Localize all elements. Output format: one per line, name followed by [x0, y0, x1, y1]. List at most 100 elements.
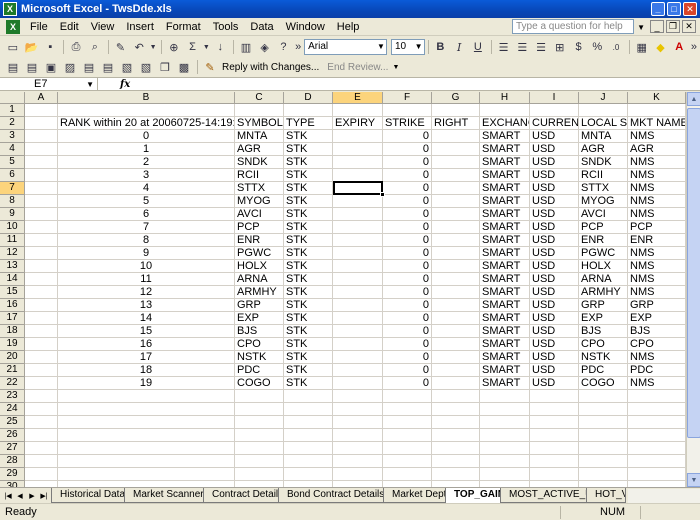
cell-j16[interactable]: GRP [579, 299, 628, 312]
cell-g10[interactable] [432, 221, 480, 234]
cell-c24[interactable] [235, 403, 284, 416]
cell-j5[interactable]: SNDK [579, 156, 628, 169]
cell-a2[interactable] [25, 117, 58, 130]
cell-a11[interactable] [25, 234, 58, 247]
cell-c28[interactable] [235, 455, 284, 468]
cell-k7[interactable]: NMS [628, 182, 686, 195]
cell-d13[interactable]: STK [284, 260, 333, 273]
cell-c21[interactable]: PDC [235, 364, 284, 377]
cell-e8[interactable] [333, 195, 383, 208]
cell-h21[interactable]: SMART [480, 364, 530, 377]
cell-c2[interactable]: SYMBOL [235, 117, 284, 130]
cell-g8[interactable] [432, 195, 480, 208]
cell-i18[interactable]: USD [530, 325, 579, 338]
cell-h5[interactable]: SMART [480, 156, 530, 169]
cell-g18[interactable] [432, 325, 480, 338]
cell-b6[interactable]: 3 [58, 169, 235, 182]
cell-e20[interactable] [333, 351, 383, 364]
row-header-15[interactable]: 15 [0, 286, 25, 299]
drawing-icon[interactable]: ◈ [256, 39, 274, 55]
sheet-tab-historical-data[interactable]: Historical Data [51, 488, 126, 503]
cell-d1[interactable] [284, 104, 333, 117]
print-icon[interactable]: ⎙ [67, 39, 85, 55]
cell-g7[interactable] [432, 182, 480, 195]
cell-a16[interactable] [25, 299, 58, 312]
cell-a7[interactable] [25, 182, 58, 195]
row-header-20[interactable]: 20 [0, 351, 25, 364]
cell-c12[interactable]: PGWC [235, 247, 284, 260]
cell-j21[interactable]: PDC [579, 364, 628, 377]
cell-g16[interactable] [432, 299, 480, 312]
cell-k13[interactable]: NMS [628, 260, 686, 273]
cell-a12[interactable] [25, 247, 58, 260]
cell-c18[interactable]: BJS [235, 325, 284, 338]
cell-k15[interactable]: NMS [628, 286, 686, 299]
cell-k3[interactable]: NMS [628, 130, 686, 143]
cell-d19[interactable]: STK [284, 338, 333, 351]
cell-k5[interactable]: NMS [628, 156, 686, 169]
cell-e11[interactable] [333, 234, 383, 247]
cell-e13[interactable] [333, 260, 383, 273]
cell-d18[interactable]: STK [284, 325, 333, 338]
cell-g20[interactable] [432, 351, 480, 364]
cell-g15[interactable] [432, 286, 480, 299]
doc-restore-button[interactable]: ❐ [666, 20, 680, 33]
cell-f19[interactable]: 0 [383, 338, 432, 351]
cell-h27[interactable] [480, 442, 530, 455]
cell-a17[interactable] [25, 312, 58, 325]
cell-e26[interactable] [333, 429, 383, 442]
cell-h19[interactable]: SMART [480, 338, 530, 351]
cell-f11[interactable]: 0 [383, 234, 432, 247]
cell-d11[interactable]: STK [284, 234, 333, 247]
cell-k17[interactable]: EXP [628, 312, 686, 325]
hyperlink-icon[interactable]: ⊕ [165, 39, 183, 55]
cell-b22[interactable]: 19 [58, 377, 235, 390]
cell-f12[interactable]: 0 [383, 247, 432, 260]
cell-g29[interactable] [432, 468, 480, 481]
cell-c23[interactable] [235, 390, 284, 403]
scroll-up-icon[interactable]: ▲ [687, 92, 700, 106]
cell-g4[interactable] [432, 143, 480, 156]
menu-file[interactable]: File [24, 19, 54, 35]
borders-icon[interactable]: ▦ [633, 39, 651, 55]
cell-i28[interactable] [530, 455, 579, 468]
cell-h11[interactable]: SMART [480, 234, 530, 247]
cell-a20[interactable] [25, 351, 58, 364]
cell-d16[interactable]: STK [284, 299, 333, 312]
cell-i19[interactable]: USD [530, 338, 579, 351]
cell-i14[interactable]: USD [530, 273, 579, 286]
cell-i6[interactable]: USD [530, 169, 579, 182]
cell-d25[interactable] [284, 416, 333, 429]
cell-k14[interactable]: NMS [628, 273, 686, 286]
cell-e14[interactable] [333, 273, 383, 286]
cell-a27[interactable] [25, 442, 58, 455]
cell-f25[interactable] [383, 416, 432, 429]
percent-icon[interactable]: % [588, 39, 606, 55]
cell-b10[interactable]: 7 [58, 221, 235, 234]
cell-a18[interactable] [25, 325, 58, 338]
cell-a29[interactable] [25, 468, 58, 481]
column-header-e[interactable]: E [333, 92, 383, 104]
cell-f15[interactable]: 0 [383, 286, 432, 299]
cell-e9[interactable] [333, 208, 383, 221]
menu-data[interactable]: Data [244, 19, 279, 35]
chart-wizard-icon[interactable]: ▥ [237, 39, 255, 55]
cell-f20[interactable]: 0 [383, 351, 432, 364]
fill-handle[interactable] [380, 192, 385, 197]
cell-f26[interactable] [383, 429, 432, 442]
cell-f10[interactable]: 0 [383, 221, 432, 234]
cell-f17[interactable]: 0 [383, 312, 432, 325]
scroll-down-icon[interactable]: ▼ [687, 473, 700, 487]
cell-g13[interactable] [432, 260, 480, 273]
sheet-tab-market-scanner[interactable]: Market Scanner [124, 488, 204, 503]
row-header-25[interactable]: 25 [0, 416, 25, 429]
sheet-tab-most-active-us[interactable]: MOST_ACTIVE_US [500, 488, 588, 503]
cell-e2[interactable]: EXPIRY [333, 117, 383, 130]
cell-h14[interactable]: SMART [480, 273, 530, 286]
cell-h29[interactable] [480, 468, 530, 481]
cell-k10[interactable]: PCP [628, 221, 686, 234]
column-header-g[interactable]: G [432, 92, 480, 104]
cell-b13[interactable]: 10 [58, 260, 235, 273]
cell-d27[interactable] [284, 442, 333, 455]
cell-j25[interactable] [579, 416, 628, 429]
